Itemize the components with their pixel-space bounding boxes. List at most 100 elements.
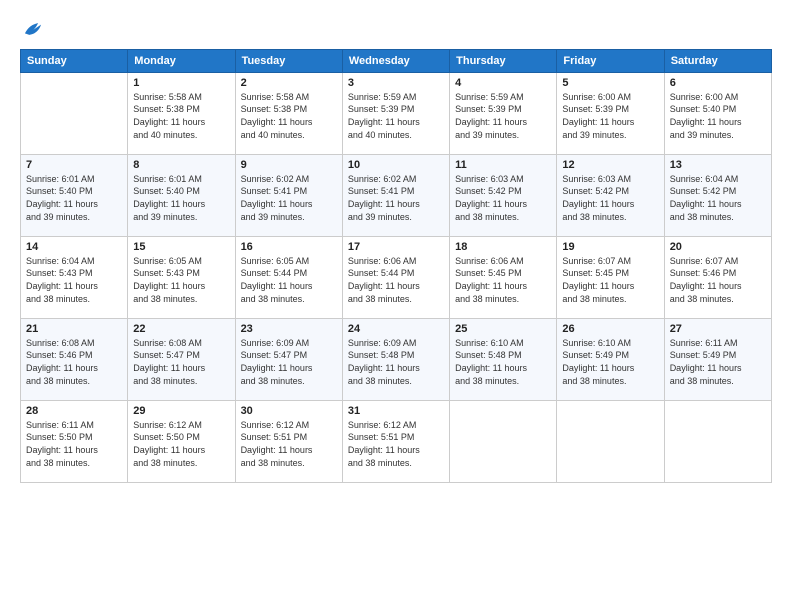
sunset-text: Sunset: 5:46 PM xyxy=(26,349,122,362)
day-number: 25 xyxy=(455,323,551,335)
sunset-text: Sunset: 5:51 PM xyxy=(241,431,337,444)
sunset-text: Sunset: 5:48 PM xyxy=(348,349,444,362)
daylight-text: Daylight: 11 hours xyxy=(670,198,766,211)
calendar-cell xyxy=(450,400,557,482)
sunset-text: Sunset: 5:39 PM xyxy=(348,103,444,116)
sunset-text: Sunset: 5:50 PM xyxy=(26,431,122,444)
day-info: Sunrise: 6:02 AMSunset: 5:41 PMDaylight:… xyxy=(241,173,337,223)
day-number: 31 xyxy=(348,405,444,417)
day-number: 28 xyxy=(26,405,122,417)
day-info: Sunrise: 6:07 AMSunset: 5:45 PMDaylight:… xyxy=(562,255,658,305)
day-number: 3 xyxy=(348,77,444,89)
sunrise-text: Sunrise: 6:03 AM xyxy=(455,173,551,186)
sunrise-text: Sunrise: 6:03 AM xyxy=(562,173,658,186)
daylight-text: Daylight: 11 hours xyxy=(348,362,444,375)
day-number: 13 xyxy=(670,159,766,171)
day-info: Sunrise: 6:10 AMSunset: 5:49 PMDaylight:… xyxy=(562,337,658,387)
sunset-text: Sunset: 5:47 PM xyxy=(133,349,229,362)
sunset-text: Sunset: 5:48 PM xyxy=(455,349,551,362)
daylight-text: Daylight: 11 hours xyxy=(26,280,122,293)
sunrise-text: Sunrise: 6:09 AM xyxy=(348,337,444,350)
sunrise-text: Sunrise: 6:11 AM xyxy=(26,419,122,432)
calendar-cell: 8 Sunrise: 6:01 AMSunset: 5:40 PMDaylight… xyxy=(128,154,235,236)
day-info: Sunrise: 6:08 AMSunset: 5:47 PMDaylight:… xyxy=(133,337,229,387)
sunset-text: Sunset: 5:40 PM xyxy=(26,185,122,198)
sunrise-text: Sunrise: 5:59 AM xyxy=(348,91,444,104)
daylight-text-cont: and 38 minutes. xyxy=(133,375,229,388)
daylight-text-cont: and 38 minutes. xyxy=(670,293,766,306)
sunset-text: Sunset: 5:51 PM xyxy=(348,431,444,444)
sunrise-text: Sunrise: 6:10 AM xyxy=(562,337,658,350)
sunset-text: Sunset: 5:45 PM xyxy=(562,267,658,280)
day-number: 29 xyxy=(133,405,229,417)
calendar-cell: 7Sunrise: 6:01 AMSunset: 5:40 PMDaylight… xyxy=(21,154,128,236)
sunset-text: Sunset: 5:44 PM xyxy=(348,267,444,280)
daylight-text: Daylight: 11 hours xyxy=(241,280,337,293)
day-number: 11 xyxy=(455,159,551,171)
day-number: 26 xyxy=(562,323,658,335)
day-number: 30 xyxy=(241,405,337,417)
day-info: Sunrise: 6:06 AMSunset: 5:44 PMDaylight:… xyxy=(348,255,444,305)
daylight-text-cont: and 40 minutes. xyxy=(348,129,444,142)
logo xyxy=(20,18,44,41)
day-number: 18 xyxy=(455,241,551,253)
calendar-cell: 23Sunrise: 6:09 AMSunset: 5:47 PMDayligh… xyxy=(235,318,342,400)
calendar-cell: 13 Sunrise: 6:04 AMSunset: 5:42 PMDayligh… xyxy=(664,154,771,236)
sunrise-text: Sunrise: 6:07 AM xyxy=(670,255,766,268)
daylight-text: Daylight: 11 hours xyxy=(348,198,444,211)
calendar-cell: 31Sunrise: 6:12 AMSunset: 5:51 PMDayligh… xyxy=(342,400,449,482)
sunrise-text: Sunrise: 6:04 AM xyxy=(26,255,122,268)
day-info: Sunrise: 6:04 AMSunset: 5:42 PMDaylight:… xyxy=(670,173,766,223)
day-number: 20 xyxy=(670,241,766,253)
calendar-cell: 14Sunrise: 6:04 AMSunset: 5:43 PMDayligh… xyxy=(21,236,128,318)
calendar-cell: 6Sunrise: 6:00 AMSunset: 5:40 PMDaylight… xyxy=(664,72,771,154)
day-number: 8 xyxy=(133,159,229,171)
calendar-table: SundayMondayTuesdayWednesdayThursdayFrid… xyxy=(20,49,772,483)
sunset-text: Sunset: 5:38 PM xyxy=(133,103,229,116)
sunrise-text: Sunrise: 6:12 AM xyxy=(133,419,229,432)
daylight-text-cont: and 38 minutes. xyxy=(348,457,444,470)
day-number: 19 xyxy=(562,241,658,253)
daylight-text: Daylight: 11 hours xyxy=(562,362,658,375)
daylight-text: Daylight: 11 hours xyxy=(562,280,658,293)
day-info: Sunrise: 6:01 AMSunset: 5:40 PMDaylight:… xyxy=(133,173,229,223)
calendar-cell: 22Sunrise: 6:08 AMSunset: 5:47 PMDayligh… xyxy=(128,318,235,400)
sunrise-text: Sunrise: 6:11 AM xyxy=(670,337,766,350)
sunrise-text: Sunrise: 6:00 AM xyxy=(670,91,766,104)
day-info: Sunrise: 6:11 AMSunset: 5:49 PMDaylight:… xyxy=(670,337,766,387)
sunrise-text: Sunrise: 6:06 AM xyxy=(455,255,551,268)
calendar-cell: 4Sunrise: 5:59 AMSunset: 5:39 PMDaylight… xyxy=(450,72,557,154)
daylight-text-cont: and 38 minutes. xyxy=(26,375,122,388)
calendar-cell: 1Sunrise: 5:58 AMSunset: 5:38 PMDaylight… xyxy=(128,72,235,154)
calendar-cell: 10Sunrise: 6:02 AMSunset: 5:41 PMDayligh… xyxy=(342,154,449,236)
daylight-text-cont: and 38 minutes. xyxy=(455,293,551,306)
sunset-text: Sunset: 5:40 PM xyxy=(670,103,766,116)
sunrise-text: Sunrise: 5:58 AM xyxy=(133,91,229,104)
sunset-text: Sunset: 5:42 PM xyxy=(562,185,658,198)
day-number: 6 xyxy=(670,77,766,89)
sunrise-text: Sunrise: 6:01 AM xyxy=(26,173,122,186)
calendar-cell: 20Sunrise: 6:07 AMSunset: 5:46 PMDayligh… xyxy=(664,236,771,318)
logo-bird-icon xyxy=(22,18,44,40)
calendar-day-header: Monday xyxy=(128,49,235,72)
daylight-text-cont: and 39 minutes. xyxy=(133,211,229,224)
day-info: Sunrise: 6:05 AMSunset: 5:43 PMDaylight:… xyxy=(133,255,229,305)
sunrise-text: Sunrise: 6:02 AM xyxy=(348,173,444,186)
sunset-text: Sunset: 5:44 PM xyxy=(241,267,337,280)
calendar-cell: 17Sunrise: 6:06 AMSunset: 5:44 PMDayligh… xyxy=(342,236,449,318)
daylight-text-cont: and 38 minutes. xyxy=(455,375,551,388)
daylight-text: Daylight: 11 hours xyxy=(348,444,444,457)
day-number: 21 xyxy=(26,323,122,335)
sunset-text: Sunset: 5:38 PM xyxy=(241,103,337,116)
daylight-text-cont: and 38 minutes. xyxy=(348,293,444,306)
calendar-cell: 12Sunrise: 6:03 AMSunset: 5:42 PMDayligh… xyxy=(557,154,664,236)
daylight-text: Daylight: 11 hours xyxy=(455,198,551,211)
calendar-cell: 21Sunrise: 6:08 AMSunset: 5:46 PMDayligh… xyxy=(21,318,128,400)
calendar-cell: 9Sunrise: 6:02 AMSunset: 5:41 PMDaylight… xyxy=(235,154,342,236)
day-number: 12 xyxy=(562,159,658,171)
daylight-text: Daylight: 11 hours xyxy=(26,198,122,211)
daylight-text-cont: and 39 minutes. xyxy=(348,211,444,224)
day-number: 4 xyxy=(455,77,551,89)
daylight-text: Daylight: 11 hours xyxy=(133,444,229,457)
calendar-cell xyxy=(664,400,771,482)
